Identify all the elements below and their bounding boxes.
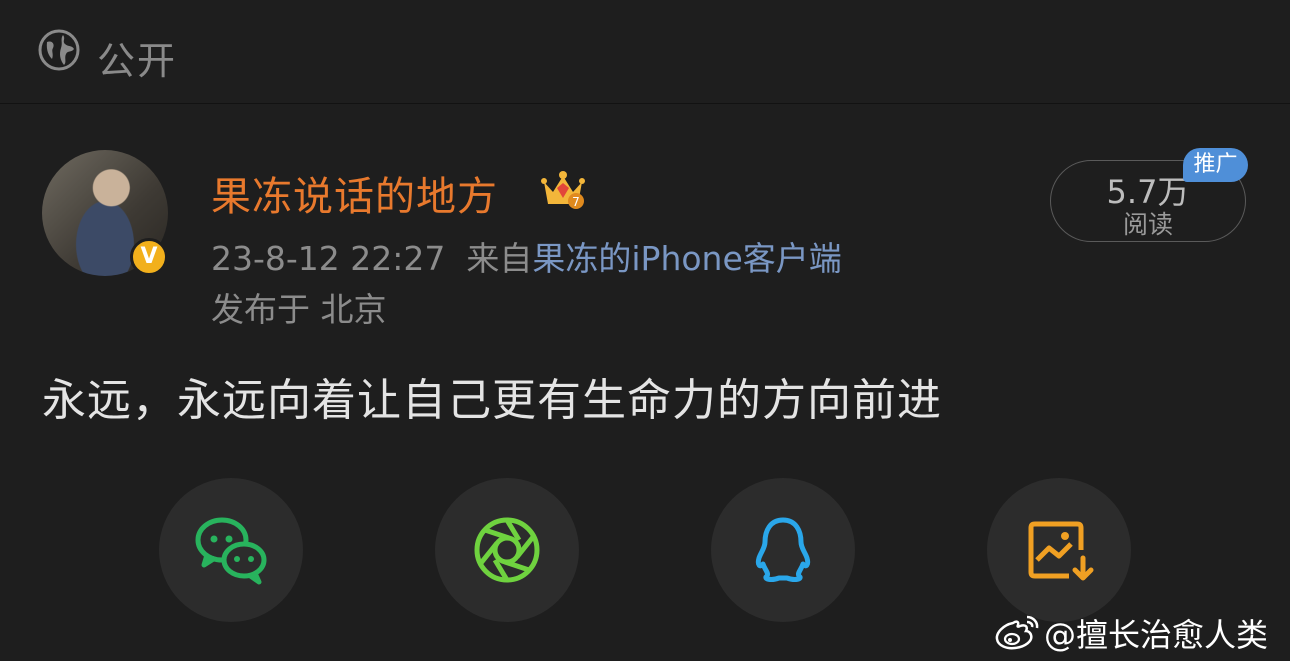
share-moments-button[interactable] xyxy=(435,478,579,622)
read-count-label: 阅读 xyxy=(1122,210,1173,239)
share-wechat-button[interactable] xyxy=(159,478,303,622)
author-name[interactable]: 果冻说话的地方 xyxy=(211,164,498,222)
timestamp: 23-8-12 22:27 xyxy=(211,239,446,278)
save-image-icon xyxy=(1028,521,1094,581)
post-meta: 23-8-12 22:27 来自果冻的iPhone客户端 xyxy=(211,232,842,280)
share-qq-button[interactable] xyxy=(711,478,855,622)
source-prefix: 来自 xyxy=(466,239,533,278)
globe-icon xyxy=(38,29,80,71)
source-link[interactable]: 果冻的iPhone客户端 xyxy=(532,239,841,278)
save-image-button[interactable] xyxy=(987,478,1131,622)
visibility-label[interactable]: 公开 xyxy=(97,30,177,85)
top-bar: 公开 xyxy=(0,0,1290,104)
promote-badge[interactable]: 推广 xyxy=(1183,148,1248,182)
svg-text:7: 7 xyxy=(572,195,580,209)
watermark-text: @擅长治愈人类 xyxy=(1044,616,1269,654)
post-content: 永远，永远向着让自己更有生命力的方向前进 xyxy=(42,375,942,426)
qq-icon xyxy=(755,517,811,582)
location: 发布于 北京 xyxy=(211,290,387,329)
crown-icon: 7 xyxy=(541,171,585,209)
weibo-icon xyxy=(995,615,1039,650)
verified-badge: V xyxy=(130,238,168,276)
wechat-icon xyxy=(195,517,267,585)
moments-icon xyxy=(474,517,540,583)
